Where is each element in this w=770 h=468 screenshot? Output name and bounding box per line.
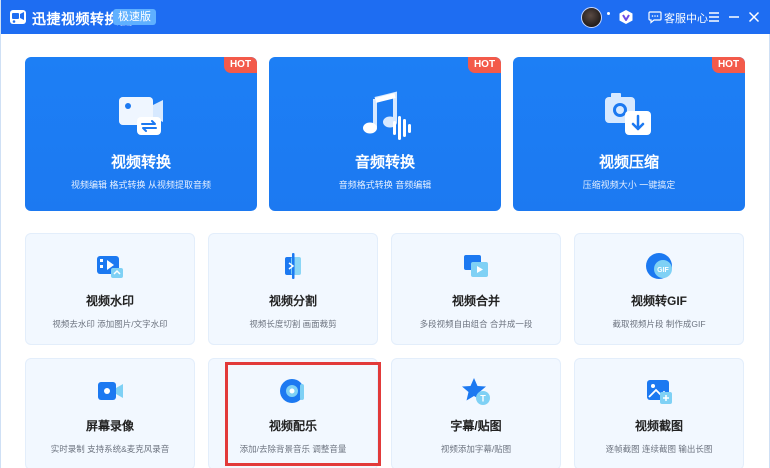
video-convert-card[interactable]: HOT 视频转换 视频编辑 格式转换 从视频提取音频 bbox=[25, 57, 257, 211]
app-logo-icon bbox=[10, 10, 26, 24]
highlight-box bbox=[225, 362, 381, 466]
title-bar: 迅捷视频转换器 极速版 客服中心 bbox=[1, 0, 770, 34]
edition-badge: 极速版 bbox=[113, 9, 156, 25]
split-card[interactable]: 视频分割 视频长度切割 画面裁剪 bbox=[208, 233, 378, 345]
video-compress-icon bbox=[605, 93, 651, 135]
card-description: 压缩视频大小 一键搞定 bbox=[582, 180, 676, 190]
audio-convert-card[interactable]: HOT 音频转换 音频格式转换 音频编辑 bbox=[269, 57, 501, 211]
tool-title: 字幕/贴图 bbox=[450, 419, 502, 433]
tool-title: 视频转GIF bbox=[631, 294, 687, 308]
card-title: 视频压缩 bbox=[598, 154, 659, 171]
card-title: 视频转换 bbox=[110, 154, 171, 171]
audio-convert-icon bbox=[363, 91, 411, 140]
gif-icon: GIF bbox=[646, 253, 672, 279]
hot-badge: HOT bbox=[712, 57, 745, 73]
customer-service-link[interactable]: 客服中心 bbox=[664, 10, 708, 26]
tool-description: 视频添加字幕/贴图 bbox=[440, 444, 512, 454]
svg-text:GIF: GIF bbox=[657, 267, 669, 274]
vip-icon[interactable] bbox=[618, 9, 634, 25]
screen-record-icon bbox=[98, 382, 123, 400]
svg-text:T: T bbox=[480, 394, 486, 404]
menu-icon[interactable] bbox=[705, 8, 723, 26]
video-convert-icon bbox=[119, 97, 163, 135]
subtitle-card[interactable]: T 字幕/贴图 视频添加字幕/贴图 bbox=[391, 358, 561, 468]
card-title: 音频转换 bbox=[354, 154, 415, 171]
tool-description: 截取视频片段 制作成GIF bbox=[612, 319, 706, 329]
subtitle-icon: T bbox=[462, 378, 490, 405]
hot-badge: HOT bbox=[468, 57, 501, 73]
tool-title: 视频水印 bbox=[85, 294, 134, 308]
screenshot-icon bbox=[647, 380, 672, 404]
tool-title: 视频合并 bbox=[451, 294, 500, 308]
tool-description: 逐帧截图 连续截图 输出长图 bbox=[605, 444, 713, 454]
user-avatar[interactable] bbox=[581, 7, 602, 28]
hot-badge: HOT bbox=[224, 57, 257, 73]
tool-description: 实时录制 支持系统&麦克风录音 bbox=[50, 444, 170, 454]
watermark-card[interactable]: 视频水印 视频去水印 添加图片/文字水印 bbox=[25, 233, 195, 345]
tool-description: 多段视频自由组合 合并成一段 bbox=[419, 319, 533, 329]
avatar-dot-icon bbox=[607, 12, 610, 15]
card-description: 音频格式转换 音频编辑 bbox=[338, 180, 432, 190]
merge-icon bbox=[464, 255, 488, 277]
close-icon[interactable] bbox=[745, 8, 763, 26]
tool-title: 视频分割 bbox=[268, 294, 317, 308]
minimize-icon[interactable] bbox=[725, 8, 743, 26]
screen-record-card[interactable]: 屏幕录像 实时录制 支持系统&麦克风录音 bbox=[25, 358, 195, 468]
tool-description: 视频长度切割 画面裁剪 bbox=[249, 319, 337, 329]
video-compress-card[interactable]: HOT 视频压缩 压缩视频大小 一键搞定 bbox=[513, 57, 745, 211]
gif-card[interactable]: GIF 视频转GIF 截取视频片段 制作成GIF bbox=[574, 233, 744, 345]
tool-description: 视频去水印 添加图片/文字水印 bbox=[52, 319, 168, 329]
split-icon bbox=[285, 253, 301, 279]
merge-card[interactable]: 视频合并 多段视频自由组合 合并成一段 bbox=[391, 233, 561, 345]
customer-service-icon[interactable] bbox=[648, 10, 662, 24]
tool-title: 屏幕录像 bbox=[85, 419, 134, 433]
card-description: 视频编辑 格式转换 从视频提取音频 bbox=[70, 180, 211, 190]
watermark-icon bbox=[97, 256, 123, 278]
tool-title: 视频截图 bbox=[634, 419, 683, 433]
app-window: 迅捷视频转换器 极速版 客服中心 HOT 视频转换 视频编辑 格式转换 从视频提… bbox=[0, 0, 770, 468]
screenshot-card[interactable]: 视频截图 逐帧截图 连续截图 输出长图 bbox=[574, 358, 744, 468]
